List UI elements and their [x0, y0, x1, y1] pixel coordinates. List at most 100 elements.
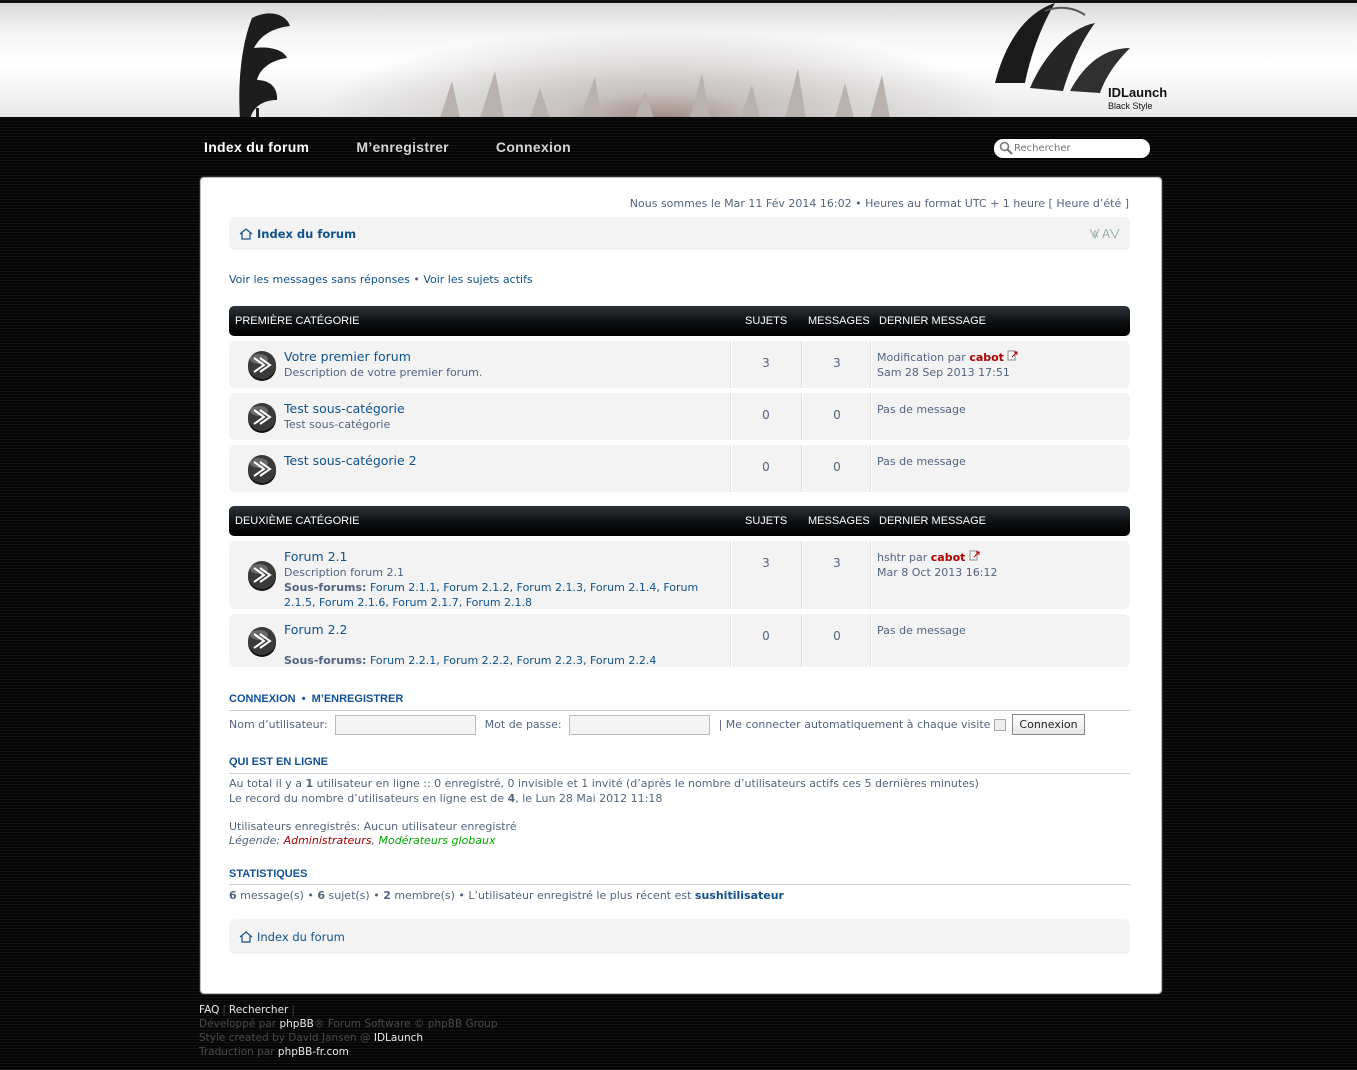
posts-count: 0: [833, 408, 841, 422]
banner-blade-left: [239, 13, 290, 117]
forum-read-icon: [248, 561, 276, 591]
footer-phpbbfr-link[interactable]: phpBB-fr.com: [278, 1046, 349, 1058]
view-latest-post-icon[interactable]: [1007, 350, 1018, 361]
username-label: Nom d’utilisateur:: [229, 718, 328, 731]
posts-count: 0: [833, 629, 841, 643]
forum-title[interactable]: Votre premier forum: [284, 349, 411, 364]
footer-idlaunch-link[interactable]: IDLaunch: [374, 1032, 423, 1044]
view-latest-post-icon[interactable]: [969, 550, 980, 561]
category-2: DEUXIÈME CATÉGORIE SUJETS MESSAGES DERNI…: [229, 506, 1130, 667]
font-size-change-icon[interactable]: A A: [1090, 225, 1120, 241]
username-input[interactable]: [334, 714, 476, 735]
forum-description: Description de votre premier forum.: [284, 366, 483, 379]
nav-index[interactable]: Index du forum: [204, 139, 309, 155]
forum-title[interactable]: Test sous-catégorie: [284, 401, 405, 416]
forum-title[interactable]: Test sous-catégorie 2: [284, 453, 417, 468]
active-topics-link[interactable]: Voir les sujets actifs: [423, 273, 532, 286]
login-title-sep: •: [301, 693, 306, 705]
footer-poweredby-text: Développé par: [199, 1018, 280, 1030]
stats-topics-count: 6: [317, 889, 326, 902]
forum-description: Sous-forums: Forum 2.2.1, Forum 2.2.2, F…: [284, 653, 724, 668]
forum-row: Test sous-catégorie Test sous-catégorie …: [229, 393, 1130, 440]
divider: [229, 773, 1130, 774]
autologin-checkbox[interactable]: [994, 718, 1007, 731]
login-title-link[interactable]: CONNEXION: [229, 693, 296, 705]
last-post-author[interactable]: cabot: [931, 551, 966, 564]
last-post-author[interactable]: cabot: [969, 351, 1004, 364]
last-post-by: par: [909, 551, 928, 564]
forum-title[interactable]: Forum 2.1: [284, 549, 347, 564]
stats-members-count: 2: [383, 889, 391, 902]
password-input[interactable]: [568, 714, 710, 735]
category-title[interactable]: PREMIÈRE CATÉGORIE: [235, 315, 359, 327]
newest-member-link[interactable]: sushitilisateur: [695, 889, 784, 902]
footer-style-text: Style created by David Jansen @: [199, 1032, 374, 1044]
registered-users: Utilisateurs enregistrés: Aucun utilisat…: [229, 820, 517, 833]
search-box[interactable]: [994, 139, 1150, 158]
main-panel: Nous sommes le Mar 11 Fév 2014 16:02 • H…: [200, 177, 1162, 994]
topics-count: 3: [762, 556, 770, 570]
posts-count: 3: [833, 356, 841, 370]
col-last-header: DERNIER MESSAGE: [879, 315, 986, 327]
stats-messages-label: message(s) •: [236, 889, 318, 902]
home-icon: [239, 227, 253, 240]
online-section-title: QUI EST EN LIGNE: [229, 756, 329, 768]
quick-links: Voir les messages sans réponses • Voir l…: [229, 273, 533, 286]
topics-count: 0: [762, 408, 770, 422]
col-last-header: DERNIER MESSAGE: [879, 515, 986, 527]
last-post-empty: Pas de message: [877, 624, 966, 637]
forum-read-icon: [248, 626, 276, 657]
footer-sep: |: [222, 1004, 226, 1016]
forum-read-icon: [248, 350, 276, 381]
online-stats: Au total il y a 1 utilisateur en ligne :…: [229, 776, 979, 806]
online-line1-text: Au total il y a: [229, 777, 306, 790]
breadcrumb: Index du forum A A: [229, 217, 1130, 250]
footer-faq-link[interactable]: FAQ: [199, 1004, 219, 1016]
nav-register[interactable]: M’enregistrer: [356, 139, 449, 155]
footer: FAQ | Rechercher | Développé par phpBB® For…: [199, 1003, 497, 1059]
legend-admin-link[interactable]: Administrateurs: [284, 834, 372, 847]
subforums-label: Sous-forums:: [284, 654, 367, 667]
col-divider: [731, 541, 732, 609]
category-header: PREMIÈRE CATÉGORIE SUJETS MESSAGES DERNI…: [229, 306, 1130, 336]
login-section-title: CONNEXION • M’ENREGISTRER: [229, 693, 403, 705]
col-posts-header: MESSAGES: [808, 315, 870, 327]
password-label: Mot de passe:: [484, 718, 562, 731]
svg-text:A: A: [1102, 227, 1111, 241]
category-title[interactable]: DEUXIÈME CATÉGORIE: [235, 515, 359, 527]
breadcrumb-bottom-index-link[interactable]: Index du forum: [257, 930, 345, 944]
footer-phpbb-link[interactable]: phpBB: [279, 1018, 313, 1030]
last-post-topic-link[interactable]: hshtr: [877, 551, 906, 564]
breadcrumb-index-link[interactable]: Index du forum: [257, 227, 356, 241]
breadcrumb-bottom: Index du forum: [229, 919, 1130, 954]
forum-description: Description forum 2.1 Sous-forums: Forum…: [284, 565, 724, 610]
forum-row: Forum 2.1 Description forum 2.1 Sous-for…: [229, 541, 1130, 609]
current-date-bar: Nous sommes le Mar 11 Fév 2014 16:02 • H…: [629, 197, 1129, 210]
col-divider: [802, 541, 803, 609]
subforums-list[interactable]: Forum 2.2.1, Forum 2.2.2, Forum 2.2.3, F…: [370, 654, 656, 667]
forum-title[interactable]: Forum 2.2: [284, 622, 347, 637]
topics-count: 0: [762, 629, 770, 643]
header-banner: IDLaunch Black Style: [0, 0, 1357, 117]
login-button[interactable]: Connexion: [1012, 714, 1085, 735]
stats-line: 6 message(s) • 6 sujet(s) • 2 membre(s) …: [229, 888, 784, 903]
forum-row: Forum 2.2 Sous-forums: Forum 2.2.1, Foru…: [229, 614, 1130, 667]
last-post-topic-link[interactable]: Modification: [877, 351, 944, 364]
nav-login[interactable]: Connexion: [496, 139, 571, 155]
category-header: DEUXIÈME CATÉGORIE SUJETS MESSAGES DERNI…: [229, 506, 1130, 536]
footer-phpbb-rest: ® Forum Software © phpBB Group: [313, 1018, 498, 1030]
last-post-date: Mar 8 Oct 2013 16:12: [877, 566, 998, 579]
register-title-link[interactable]: M’ENREGISTRER: [312, 693, 404, 705]
last-post-empty: Pas de message: [877, 455, 966, 468]
search-icon[interactable]: [999, 141, 1013, 155]
search-input[interactable]: [1014, 143, 1124, 154]
forum-description: Test sous-catégorie: [284, 418, 391, 431]
divider: [229, 710, 1130, 711]
footer-translation-text: Traduction par: [199, 1046, 278, 1058]
legend-label: Légende:: [229, 834, 284, 847]
legend-mod-link[interactable]: Modérateurs globaux: [379, 834, 496, 847]
footer-search-link[interactable]: Rechercher: [229, 1004, 288, 1016]
footer-sep: |: [291, 1004, 295, 1016]
unanswered-posts-link[interactable]: Voir les messages sans réponses: [229, 273, 410, 286]
autologin-label: | Me connecter automatiquement à chaque …: [718, 718, 991, 731]
